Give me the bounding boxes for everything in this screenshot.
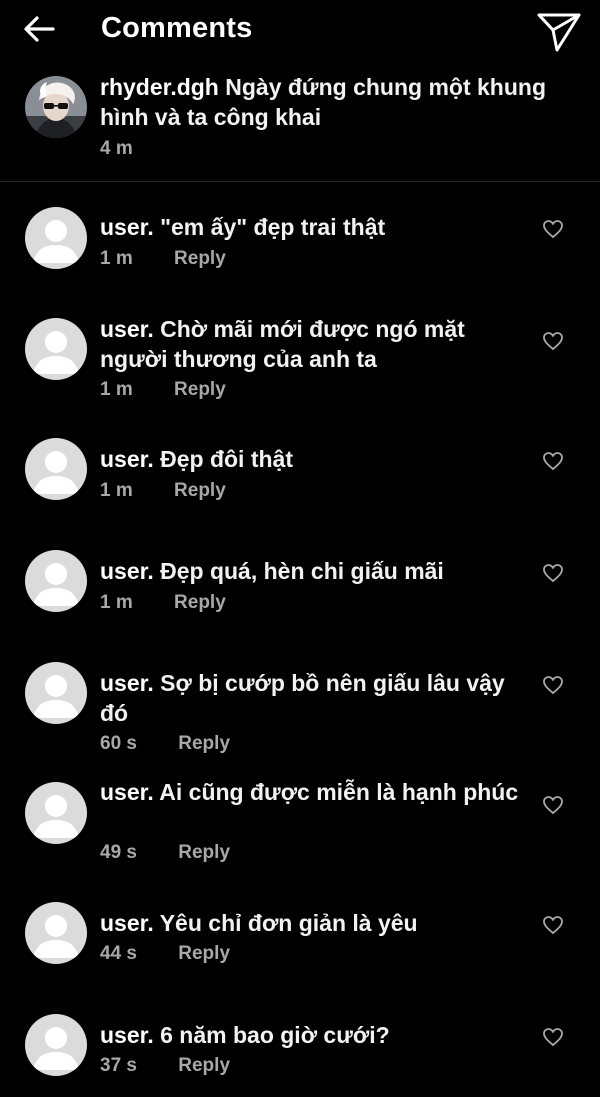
comment-text: user. Sợ bị cướp bồ nên giấu lâu vậy đó [100, 668, 520, 728]
comment-username[interactable]: user. [100, 779, 154, 805]
comment-text: user. Chờ mãi mới được ngó mặt người thư… [100, 314, 520, 374]
comment-body: Yêu chỉ đơn giản là yêu [159, 910, 418, 936]
avatar[interactable] [25, 1014, 87, 1076]
reply-button[interactable]: Reply [174, 480, 226, 502]
comment-text: user. Ai cũng được miễn là hạnh phúc [100, 777, 520, 807]
author-avatar[interactable] [25, 76, 87, 138]
back-button[interactable] [22, 12, 56, 46]
comment-text: user. Yêu chỉ đơn giản là yêu [100, 908, 520, 938]
avatar[interactable] [25, 902, 87, 964]
comment-meta: 44 s Reply [100, 943, 230, 965]
like-button[interactable] [540, 1025, 566, 1049]
paper-plane-icon [537, 13, 581, 52]
heart-icon [543, 676, 563, 695]
like-button[interactable] [540, 793, 566, 817]
author-username[interactable]: rhyder.dgh [100, 74, 219, 100]
comment-meta: 1 m Reply [100, 480, 226, 502]
default-avatar-icon [25, 550, 87, 612]
comment-username[interactable]: user. [100, 1022, 154, 1048]
reply-button[interactable]: Reply [178, 842, 230, 864]
comment-meta: 60 s Reply [100, 733, 230, 755]
avatar[interactable] [25, 207, 87, 269]
like-button[interactable] [540, 217, 566, 241]
post-caption: rhyder.dgh Ngày đứng chung một khung hìn… [0, 64, 600, 180]
default-avatar-icon [25, 318, 87, 380]
comment-body: "em ấy" đẹp trai thật [160, 214, 386, 240]
arrow-left-icon [24, 16, 55, 42]
avatar[interactable] [25, 318, 87, 380]
comment-text: user. "em ấy" đẹp trai thật [100, 212, 520, 242]
author-avatar-image [25, 76, 87, 138]
comment-body: Đẹp quá, hèn chi giấu mãi [160, 558, 444, 584]
comment-timestamp: 1 m [100, 480, 133, 501]
comment-body: 6 năm bao giờ cưới? [160, 1022, 390, 1048]
comment-timestamp: 1 m [100, 379, 133, 400]
avatar[interactable] [25, 438, 87, 500]
reply-button[interactable]: Reply [174, 379, 226, 401]
comment-username[interactable]: user. [100, 670, 154, 696]
comment-meta: 49 s Reply [100, 842, 230, 864]
default-avatar-icon [25, 662, 87, 724]
comment-meta: 37 s Reply [100, 1055, 230, 1077]
divider [0, 181, 600, 182]
comment-text: user. Đẹp đôi thật [100, 444, 520, 474]
comment-username[interactable]: user. [100, 446, 154, 472]
reply-button[interactable]: Reply [174, 592, 226, 614]
share-button[interactable] [535, 10, 583, 54]
heart-icon [543, 1028, 563, 1047]
comment-meta: 1 m Reply [100, 592, 226, 614]
comment-text: user. 6 năm bao giờ cưới? [100, 1020, 520, 1050]
top-bar: Comments [0, 0, 600, 62]
caption-timestamp: 4 m [100, 138, 133, 159]
comment-meta: 1 m Reply [100, 379, 226, 401]
comment-text: user. Đẹp quá, hèn chi giấu mãi [100, 556, 520, 586]
like-button[interactable] [540, 913, 566, 937]
like-button[interactable] [540, 449, 566, 473]
like-button[interactable] [540, 561, 566, 585]
default-avatar-icon [25, 438, 87, 500]
avatar[interactable] [25, 662, 87, 724]
comment-timestamp: 60 s [100, 733, 137, 754]
reply-button[interactable]: Reply [178, 733, 230, 755]
comment-username[interactable]: user. [100, 316, 154, 342]
default-avatar-icon [25, 207, 87, 269]
heart-icon [543, 796, 563, 815]
reply-button[interactable]: Reply [178, 943, 230, 965]
comment-body: Sợ bị cướp bồ nên giấu lâu vậy đó [100, 670, 505, 726]
like-button[interactable] [540, 673, 566, 697]
default-avatar-icon [25, 782, 87, 844]
reply-button[interactable]: Reply [178, 1055, 230, 1077]
comment-timestamp: 37 s [100, 1055, 137, 1076]
heart-icon [543, 452, 563, 471]
comment-meta: 1 m Reply [100, 248, 226, 270]
page-title: Comments [101, 12, 253, 44]
avatar[interactable] [25, 550, 87, 612]
comment-username[interactable]: user. [100, 910, 154, 936]
reply-button[interactable]: Reply [174, 248, 226, 270]
comment-username[interactable]: user. [100, 214, 154, 240]
avatar[interactable] [25, 782, 87, 844]
comment-body: Chờ mãi mới được ngó mặt người thương củ… [100, 316, 465, 372]
default-avatar-icon [25, 1014, 87, 1076]
heart-icon [543, 564, 563, 583]
caption-text: rhyder.dgh Ngày đứng chung một khung hìn… [100, 72, 570, 132]
comment-body: Ai cũng được miễn là hạnh phúc [159, 779, 519, 805]
comment-username[interactable]: user. [100, 558, 154, 584]
comment-timestamp: 49 s [100, 842, 137, 863]
heart-icon [543, 220, 563, 239]
comment-body: Đẹp đôi thật [160, 446, 293, 472]
comment-timestamp: 1 m [100, 248, 133, 269]
comment-timestamp: 44 s [100, 943, 137, 964]
comment-timestamp: 1 m [100, 592, 133, 613]
default-avatar-icon [25, 902, 87, 964]
heart-icon [543, 332, 563, 351]
like-button[interactable] [540, 329, 566, 353]
heart-icon [543, 916, 563, 935]
